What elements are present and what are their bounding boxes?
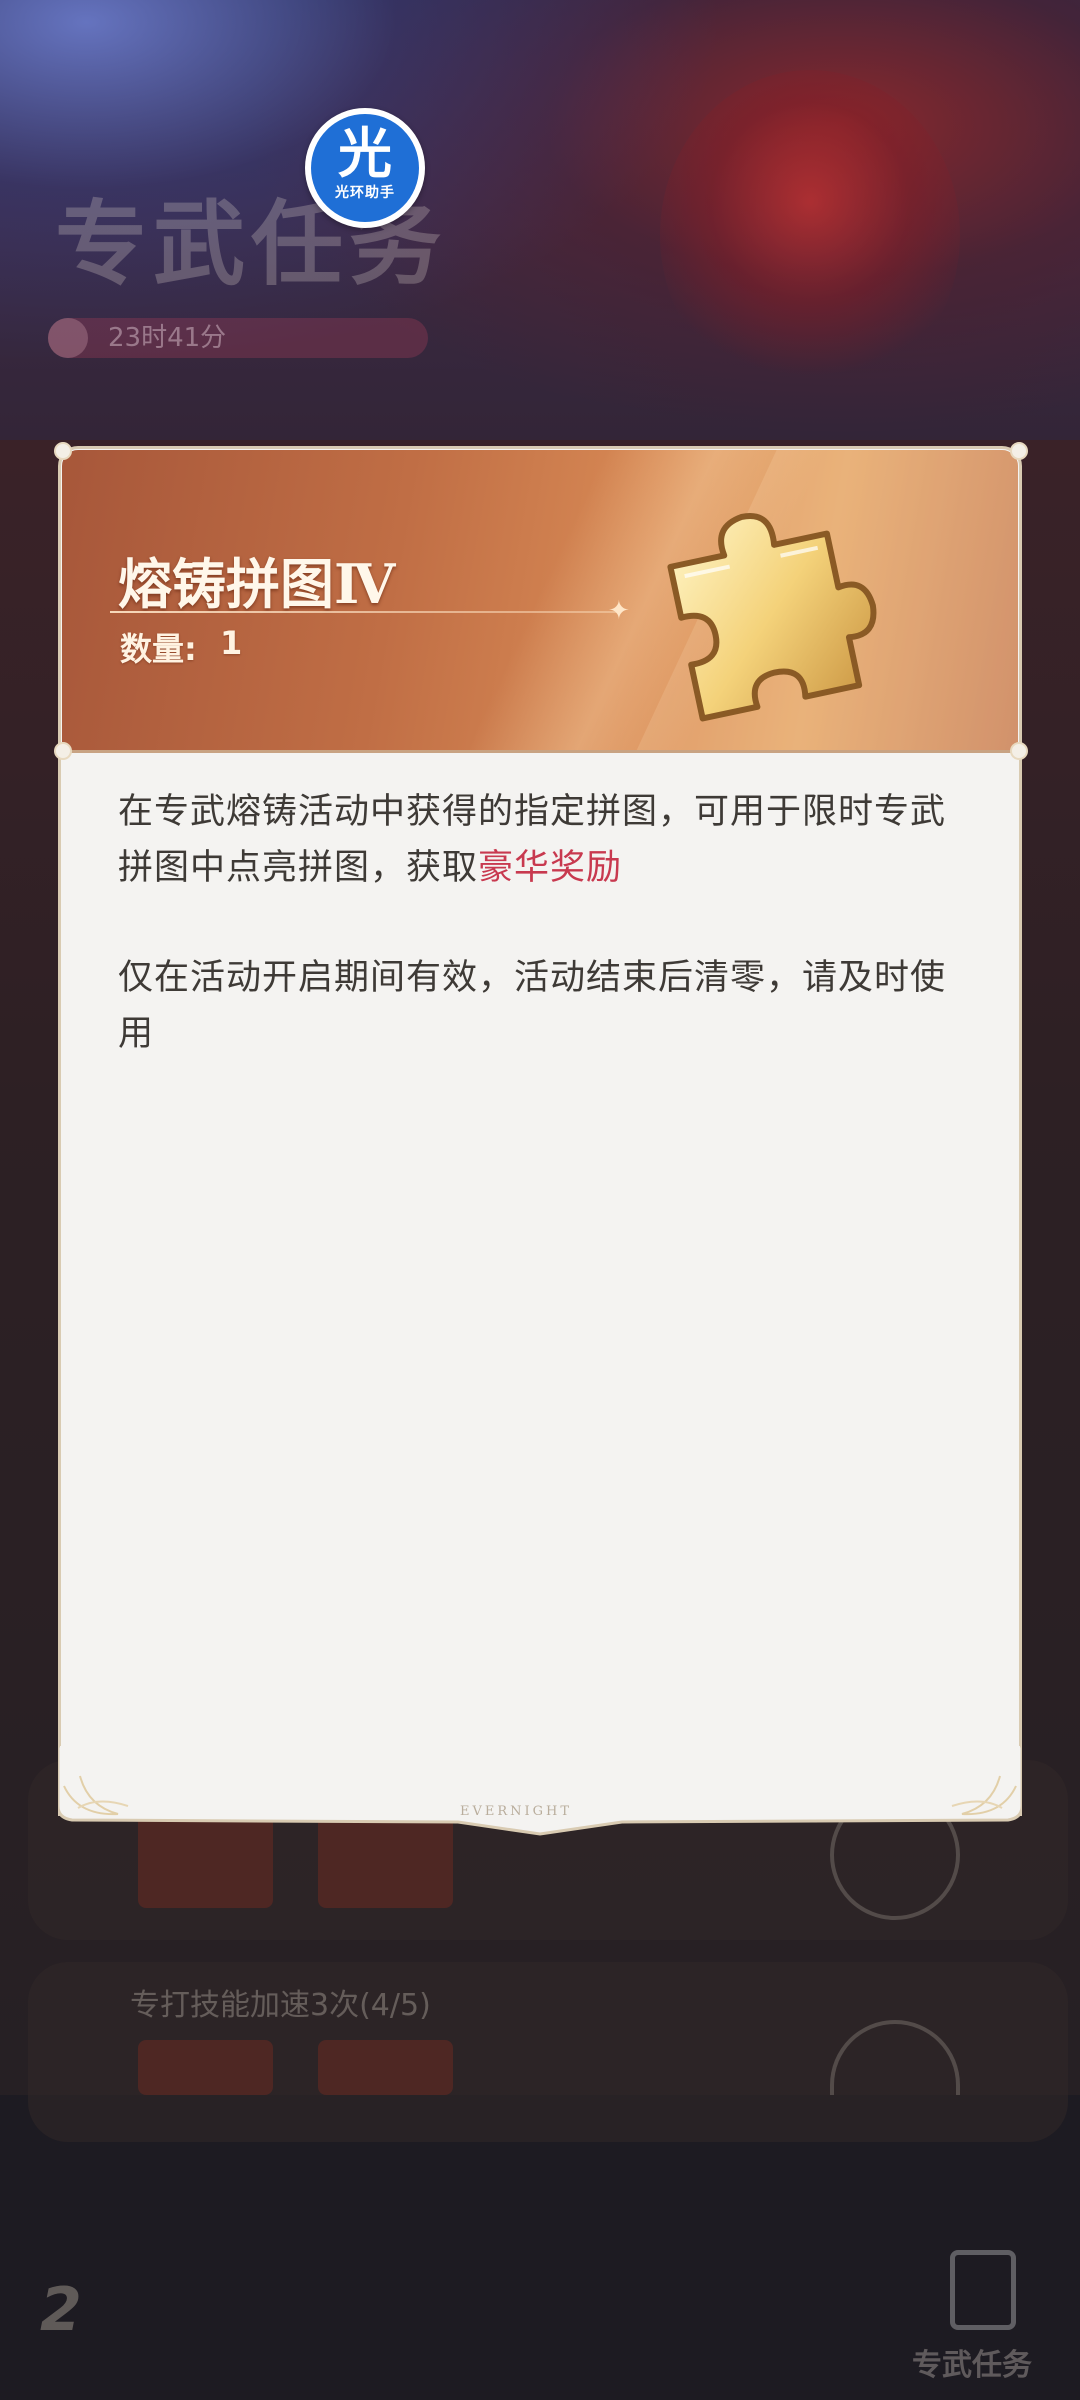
item-validity-note: 仅在活动开启期间有效，活动结束后清零，请及时使用 [118,958,947,1054]
corner-ornament [54,442,72,460]
corner-ornament [1010,742,1028,760]
sparkle-icon: ✦ [608,596,630,626]
corner-ornament [54,742,72,760]
reward-thumbnail [138,2040,273,2095]
task-document-icon[interactable] [950,2250,1016,2330]
reward-thumbnail [318,2040,453,2095]
watermark-text: 光环助手 [335,185,395,201]
background-timer: 23时41分 [48,318,428,358]
bottom-nav-label[interactable]: 专武任务 [912,2340,1032,2384]
quantity-label: 数量: [120,630,197,668]
title-divider [110,611,618,613]
puzzle-piece-icon [667,513,877,722]
item-name: 熔铸拼图Ⅳ [118,552,396,616]
background-task-label: 专打技能加速3次(4/5) [130,1988,431,2023]
watermark-logo-icon: 光 光环助手 [311,114,419,222]
game-logo-icon[interactable]: 2 [40,2275,82,2345]
luxury-reward-highlight: 豪华奖励 [478,848,623,888]
watermark-char: 光 [338,122,392,185]
quantity-value: 1 [220,624,243,662]
watermark-badge: 光 光环助手 [305,108,425,228]
background-rose-art [660,70,960,400]
item-description: 在专武熔铸活动中获得的指定拼图，可用于限时专武拼图中点亮拼图，获取豪华奖励 [118,784,958,896]
footer-watermark: EVERNIGHT [460,1804,573,1819]
corner-ornament [1010,442,1028,460]
card-bottom-ornament [58,1746,1022,1836]
